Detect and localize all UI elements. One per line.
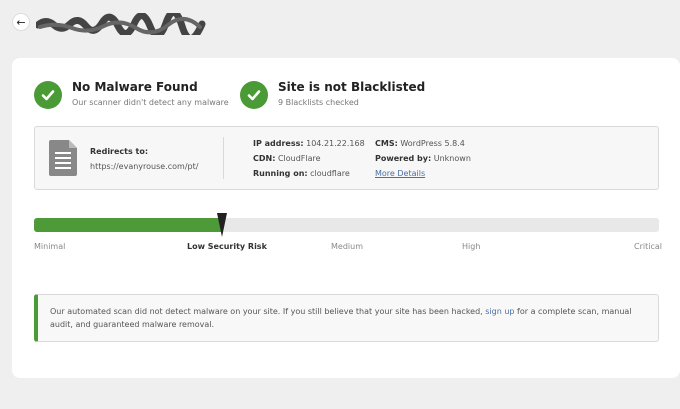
site-info-box: Redirects to: https://evanyrouse.com/pt/… bbox=[34, 126, 659, 190]
risk-level-high: High bbox=[462, 242, 481, 251]
check-circle-icon bbox=[240, 81, 268, 109]
malware-status-subtitle: Our scanner didn't detect any malware bbox=[72, 98, 229, 107]
risk-level-minimal: Minimal bbox=[34, 242, 66, 251]
redirects-label: Redirects to: bbox=[90, 147, 149, 156]
risk-meter-fill bbox=[34, 218, 222, 232]
powered-by-row: Powered by: Unknown bbox=[375, 154, 471, 163]
ip-address-label: IP address: bbox=[253, 139, 304, 148]
malware-status: No Malware Found Our scanner didn't dete… bbox=[34, 80, 229, 109]
redacted-url bbox=[36, 13, 206, 35]
cdn-value: CloudFlare bbox=[277, 154, 321, 163]
cdn-label: CDN: bbox=[253, 154, 276, 163]
blacklist-status-subtitle: 9 Blacklists checked bbox=[278, 98, 359, 107]
risk-level-low: Low Security Risk bbox=[187, 242, 267, 251]
cms-label: CMS: bbox=[375, 139, 398, 148]
scan-result-card: No Malware Found Our scanner didn't dete… bbox=[12, 58, 680, 378]
risk-marker-icon bbox=[217, 213, 227, 237]
notice-text-before: Our automated scan did not detect malwar… bbox=[50, 307, 483, 316]
document-icon bbox=[49, 140, 77, 176]
powered-by-label: Powered by: bbox=[375, 154, 432, 163]
more-details-link[interactable]: More Details bbox=[375, 169, 425, 178]
scan-notice: Our automated scan did not detect malwar… bbox=[34, 294, 659, 342]
cdn-row: CDN: CloudFlare bbox=[253, 154, 321, 163]
running-on-row: Running on: cloudflare bbox=[253, 169, 350, 178]
running-on-value: cloudflare bbox=[310, 169, 350, 178]
more-details-row: More Details bbox=[375, 169, 425, 178]
info-divider bbox=[223, 137, 224, 179]
risk-level-critical: Critical bbox=[634, 242, 662, 251]
sign-up-link[interactable]: sign up bbox=[485, 307, 514, 316]
cms-row: CMS: WordPress 5.8.4 bbox=[375, 139, 465, 148]
arrow-left-icon: ← bbox=[16, 15, 26, 29]
powered-by-value: Unknown bbox=[433, 154, 471, 163]
cms-value: WordPress 5.8.4 bbox=[400, 139, 465, 148]
redirects-url: https://evanyrouse.com/pt/ bbox=[90, 162, 199, 171]
risk-level-medium: Medium bbox=[331, 242, 363, 251]
back-button[interactable]: ← bbox=[12, 13, 30, 31]
blacklist-status: Site is not Blacklisted 9 Blacklists che… bbox=[240, 80, 425, 109]
running-on-label: Running on: bbox=[253, 169, 308, 178]
ip-address-row: IP address: 104.21.22.168 bbox=[253, 139, 365, 148]
blacklist-status-title: Site is not Blacklisted bbox=[278, 80, 426, 94]
ip-address-value: 104.21.22.168 bbox=[306, 139, 365, 148]
malware-status-title: No Malware Found bbox=[72, 80, 198, 94]
top-bar: ← bbox=[0, 0, 680, 46]
check-circle-icon bbox=[34, 81, 62, 109]
risk-meter-track bbox=[34, 218, 659, 232]
